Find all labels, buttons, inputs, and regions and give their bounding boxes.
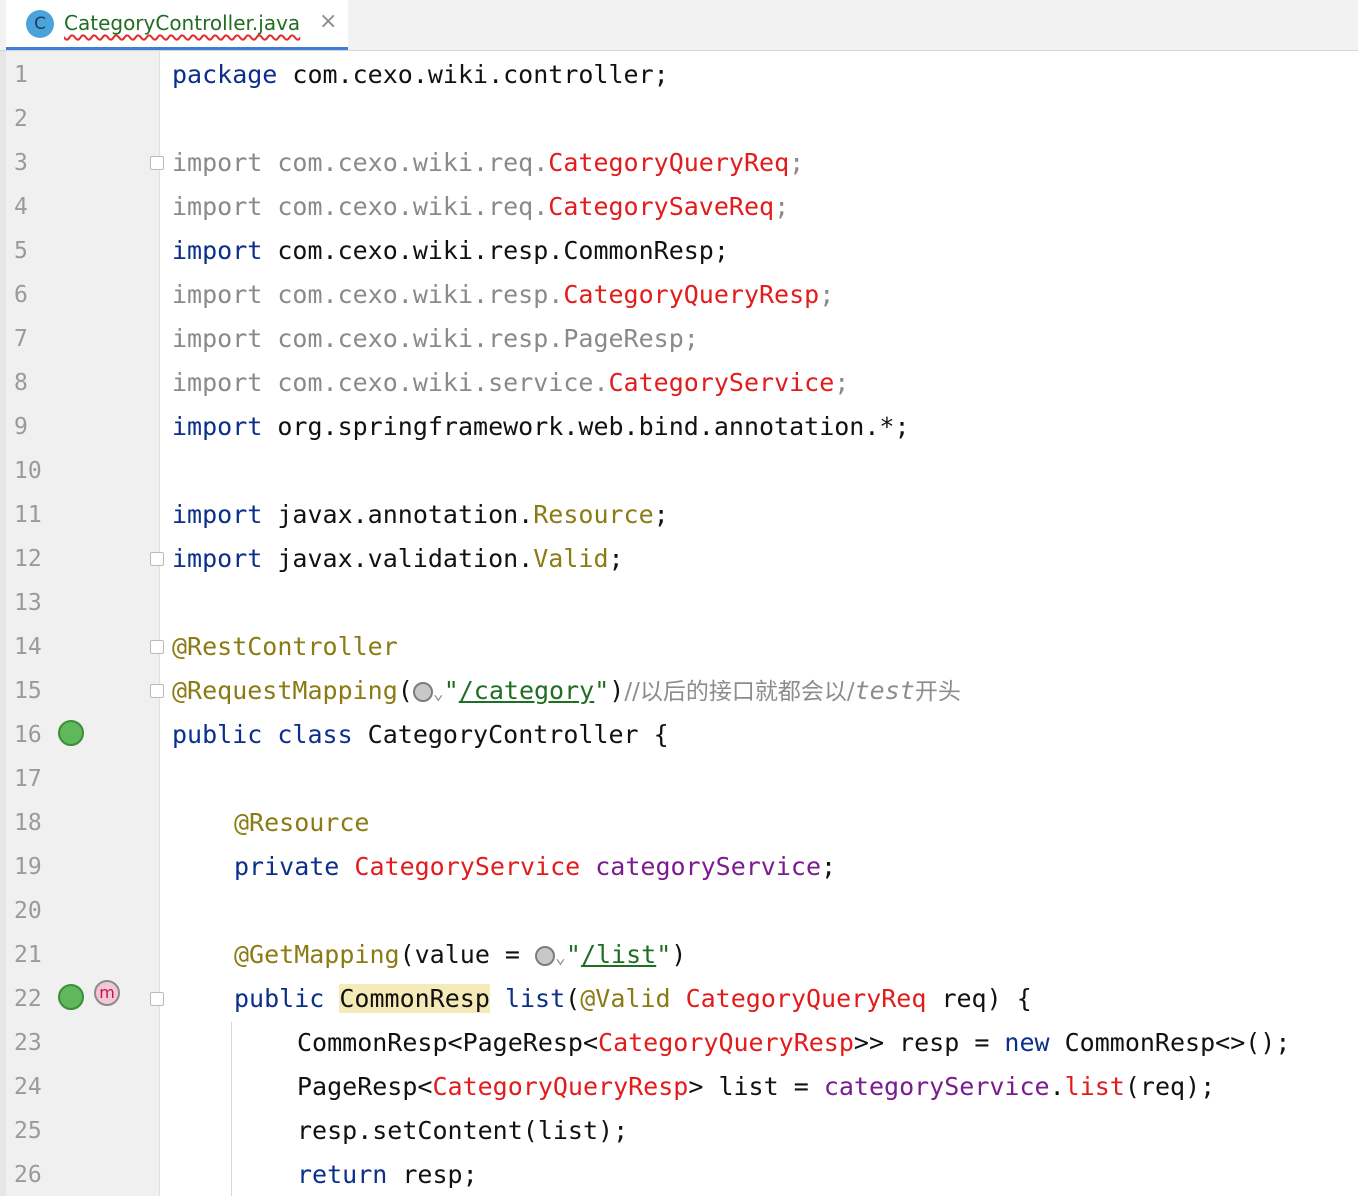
line-number: 23	[14, 1030, 42, 1056]
line-number: 7	[14, 326, 28, 352]
code-text: public CommonResp list(@Valid CategoryQu…	[234, 984, 1032, 1013]
line-number: 10	[14, 458, 42, 484]
code-text: PageResp<CategoryQueryResp> list = categ…	[297, 1072, 1216, 1101]
code-line: 4 import com.cexo.wiki.req.CategorySaveR…	[0, 185, 1358, 229]
line-number: 16	[14, 722, 42, 748]
line-number: 25	[14, 1118, 42, 1144]
code-line: 9 import org.springframework.web.bind.an…	[0, 405, 1358, 449]
code-text: return resp;	[297, 1160, 478, 1189]
code-text: import javax.annotation.Resource;	[172, 500, 669, 529]
line-number: 20	[14, 898, 42, 924]
code-text: import com.cexo.wiki.resp.PageResp;	[172, 324, 699, 353]
code-line: 2	[0, 97, 1358, 141]
spring-bean-icon[interactable]	[58, 720, 84, 746]
url-link[interactable]: /list	[581, 940, 656, 969]
code-line: 25 resp.setContent(list);	[0, 1109, 1358, 1153]
code-text: public class CategoryController {	[172, 720, 669, 749]
code-line: 19 private CategoryService categoryServi…	[0, 845, 1358, 889]
line-number: 8	[14, 370, 28, 396]
line-number: 15	[14, 678, 42, 704]
code-line: 8 import com.cexo.wiki.service.CategoryS…	[0, 361, 1358, 405]
code-text: @RestController	[172, 632, 398, 661]
code-line: 24 PageResp<CategoryQueryResp> list = ca…	[0, 1065, 1358, 1109]
code-line: 20	[0, 889, 1358, 933]
code-line: 7 import com.cexo.wiki.resp.PageResp;	[0, 317, 1358, 361]
code-text: CommonResp<PageResp<CategoryQueryResp>> …	[297, 1028, 1291, 1057]
globe-icon[interactable]	[535, 946, 556, 966]
code-line: 16 public class CategoryController {	[0, 713, 1358, 757]
tab-title[interactable]: CategoryController.java	[64, 11, 300, 35]
code-line: 5 import com.cexo.wiki.resp.CommonResp;	[0, 229, 1358, 273]
line-number: 22	[14, 986, 42, 1012]
code-text: import com.cexo.wiki.req.CategorySaveReq…	[172, 192, 790, 221]
line-number: 3	[14, 150, 28, 176]
line-number: 14	[14, 634, 42, 660]
code-text: import org.springframework.web.bind.anno…	[172, 412, 910, 441]
code-line: 10	[0, 449, 1358, 493]
code-line: 13	[0, 581, 1358, 625]
line-number: 17	[14, 766, 42, 792]
code-line: 1 package com.cexo.wiki.controller;	[0, 53, 1358, 97]
line-number: 21	[14, 942, 42, 968]
code-text: @GetMapping(value = ⌄"/list")	[234, 940, 687, 969]
fold-toggle-icon[interactable]	[150, 684, 164, 698]
chevron-down-icon[interactable]: ⌄	[555, 947, 566, 968]
line-number: 6	[14, 282, 28, 308]
line-number: 18	[14, 810, 42, 836]
line-number: 19	[14, 854, 42, 880]
code-text: import javax.validation.Valid;	[172, 544, 624, 573]
code-line: 12 import javax.validation.Valid;	[0, 537, 1358, 581]
line-number: 13	[14, 590, 42, 616]
code-line: 3 import com.cexo.wiki.req.CategoryQuery…	[0, 141, 1358, 185]
tab-category-controller[interactable]: C CategoryController.java ×	[6, 0, 348, 50]
code-text: import com.cexo.wiki.resp.CommonResp;	[172, 236, 729, 265]
code-line: 22 m public CommonResp list(@Valid Categ…	[0, 977, 1358, 1021]
spring-request-icon[interactable]	[58, 984, 84, 1010]
code-text: import com.cexo.wiki.req.CategoryQueryRe…	[172, 148, 805, 177]
code-line: 17	[0, 757, 1358, 801]
fold-toggle-icon[interactable]	[150, 992, 164, 1006]
code-line: 21 @GetMapping(value = ⌄"/list")	[0, 933, 1358, 977]
line-number: 5	[14, 238, 28, 264]
java-class-icon: C	[26, 10, 54, 38]
line-number: 2	[14, 106, 28, 132]
fold-toggle-icon[interactable]	[150, 552, 164, 566]
code-text: import com.cexo.wiki.service.CategorySer…	[172, 368, 850, 397]
code-text: @RequestMapping(⌄"/category")//以后的接口就都会以…	[172, 676, 961, 705]
code-line: 26 return resp;	[0, 1153, 1358, 1197]
code-text: @Resource	[234, 808, 370, 837]
close-icon[interactable]: ×	[319, 9, 337, 34]
line-number: 9	[14, 414, 28, 440]
code-line: 11 import javax.annotation.Resource;	[0, 493, 1358, 537]
code-text: resp.setContent(list);	[297, 1116, 629, 1145]
fold-toggle-icon[interactable]	[150, 156, 164, 170]
code-text: package com.cexo.wiki.controller;	[172, 60, 669, 89]
line-number: 11	[14, 502, 42, 528]
code-text: import com.cexo.wiki.resp.CategoryQueryR…	[172, 280, 835, 309]
url-link[interactable]: /category	[459, 676, 594, 705]
fold-toggle-icon[interactable]	[150, 640, 164, 654]
line-number: 4	[14, 194, 28, 220]
line-number: 26	[14, 1162, 42, 1188]
globe-icon[interactable]	[412, 682, 433, 702]
line-number: 24	[14, 1074, 42, 1100]
line-number: 12	[14, 546, 42, 572]
code-line: 18 @Resource	[0, 801, 1358, 845]
method-m-icon[interactable]: m	[94, 980, 120, 1006]
code-text: private CategoryService categoryService;	[234, 852, 837, 881]
indent-guide	[231, 1022, 232, 1196]
code-line: 14 @RestController	[0, 625, 1358, 669]
code-line: 23 CommonResp<PageResp<CategoryQueryResp…	[0, 1021, 1358, 1065]
code-line: 6 import com.cexo.wiki.resp.CategoryQuer…	[0, 273, 1358, 317]
chevron-down-icon[interactable]: ⌄	[433, 683, 444, 704]
editor-tab-bar: C CategoryController.java ×	[0, 0, 1358, 51]
line-number: 1	[14, 62, 28, 88]
code-line: 15 @RequestMapping(⌄"/category")//以后的接口就…	[0, 669, 1358, 713]
